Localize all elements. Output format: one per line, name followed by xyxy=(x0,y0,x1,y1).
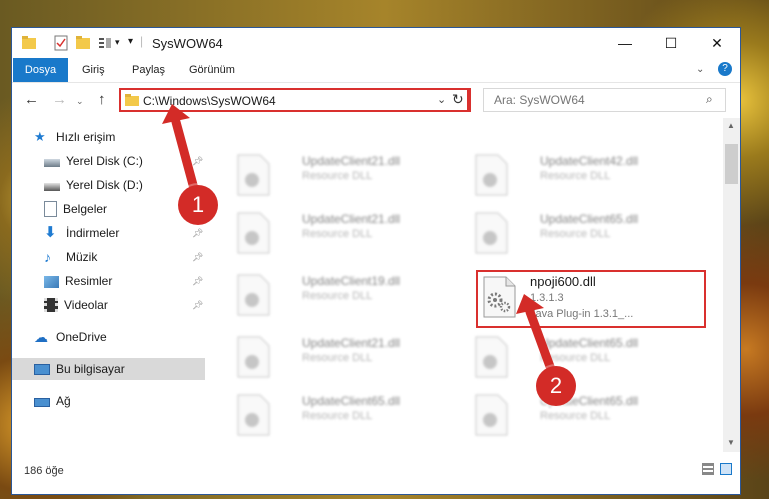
arrow-2-shaft xyxy=(525,307,557,377)
step-badge-2: 2 xyxy=(536,366,576,406)
arrow-1-head xyxy=(162,104,190,124)
step-badge-1: 1 xyxy=(178,185,218,225)
annotation-arrows xyxy=(162,104,557,377)
arrow-2-head xyxy=(516,294,544,314)
